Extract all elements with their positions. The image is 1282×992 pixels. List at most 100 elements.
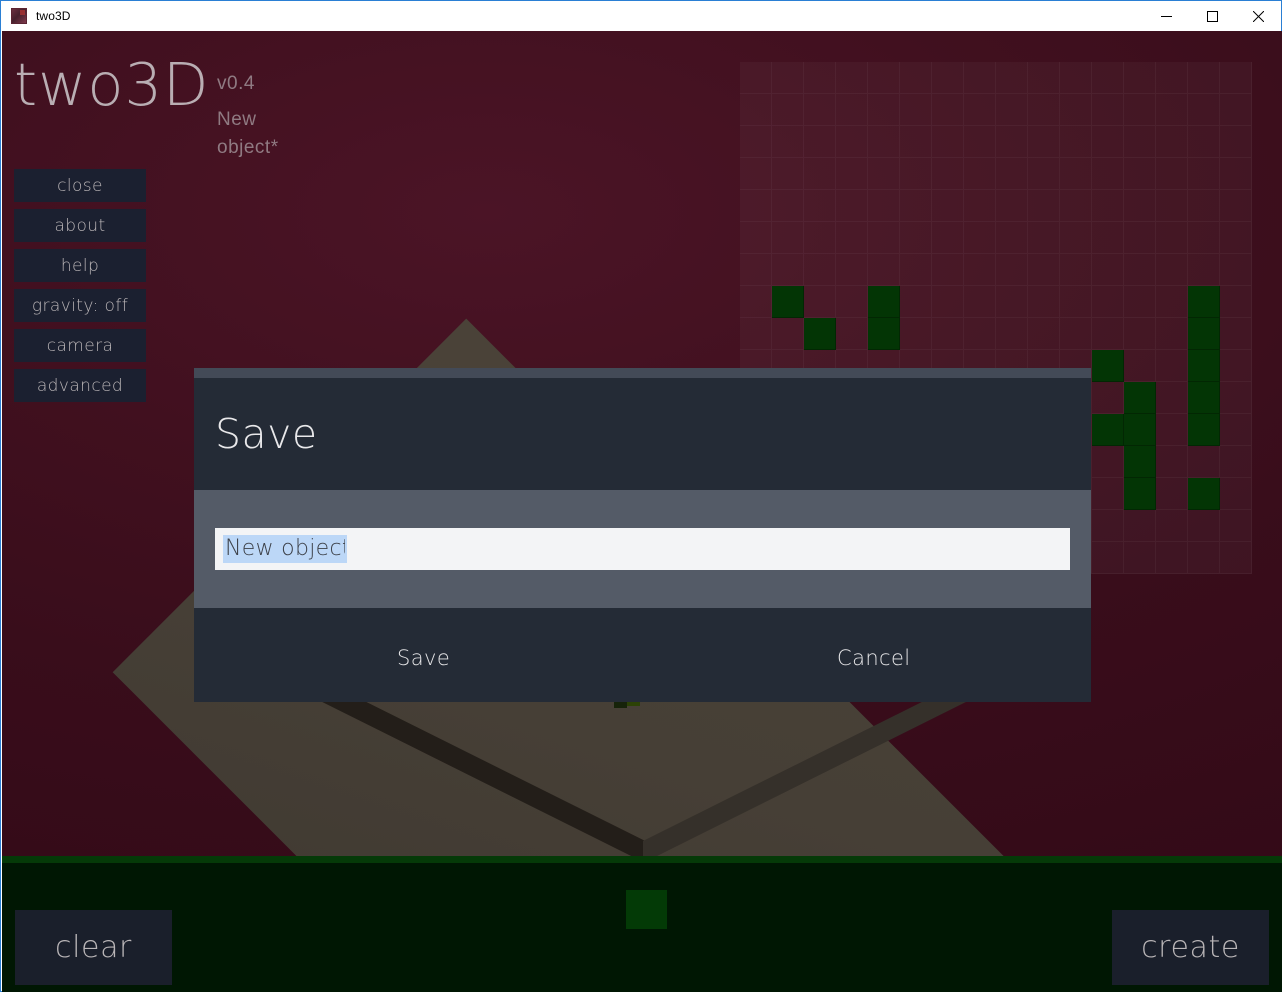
- grid-cell-empty[interactable]: [1220, 190, 1252, 222]
- grid-cell-empty[interactable]: [996, 318, 1028, 350]
- grid-cell-empty[interactable]: [900, 222, 932, 254]
- grid-cell-empty[interactable]: [900, 62, 932, 94]
- grid-cell-empty[interactable]: [1092, 94, 1124, 126]
- grid-cell-filled[interactable]: [772, 286, 804, 318]
- grid-cell-empty[interactable]: [740, 222, 772, 254]
- create-button[interactable]: create: [1112, 910, 1269, 985]
- grid-cell-empty[interactable]: [1188, 446, 1220, 478]
- grid-cell-filled[interactable]: [1124, 382, 1156, 414]
- grid-cell-empty[interactable]: [900, 254, 932, 286]
- grid-cell-empty[interactable]: [1220, 126, 1252, 158]
- grid-cell-empty[interactable]: [1220, 318, 1252, 350]
- grid-cell-empty[interactable]: [1028, 158, 1060, 190]
- grid-cell-empty[interactable]: [1220, 478, 1252, 510]
- grid-cell-empty[interactable]: [1156, 318, 1188, 350]
- grid-cell-empty[interactable]: [1156, 158, 1188, 190]
- grid-cell-empty[interactable]: [1092, 478, 1124, 510]
- grid-cell-empty[interactable]: [1220, 350, 1252, 382]
- grid-cell-empty[interactable]: [964, 222, 996, 254]
- grid-cell-empty[interactable]: [1220, 62, 1252, 94]
- grid-cell-empty[interactable]: [1092, 542, 1124, 574]
- grid-cell-empty[interactable]: [868, 62, 900, 94]
- grid-cell-empty[interactable]: [1124, 222, 1156, 254]
- grid-cell-empty[interactable]: [1028, 318, 1060, 350]
- grid-cell-empty[interactable]: [1220, 286, 1252, 318]
- grid-cell-empty[interactable]: [836, 62, 868, 94]
- grid-cell-empty[interactable]: [996, 94, 1028, 126]
- grid-cell-empty[interactable]: [740, 254, 772, 286]
- grid-cell-empty[interactable]: [1220, 542, 1252, 574]
- grid-cell-empty[interactable]: [868, 126, 900, 158]
- grid-cell-empty[interactable]: [868, 94, 900, 126]
- grid-cell-empty[interactable]: [964, 94, 996, 126]
- grid-cell-empty[interactable]: [836, 190, 868, 222]
- grid-cell-empty[interactable]: [900, 318, 932, 350]
- grid-cell-empty[interactable]: [932, 62, 964, 94]
- grid-cell-filled[interactable]: [1092, 414, 1124, 446]
- grid-cell-empty[interactable]: [964, 190, 996, 222]
- grid-cell-empty[interactable]: [1156, 510, 1188, 542]
- grid-cell-filled[interactable]: [1188, 478, 1220, 510]
- grid-cell-empty[interactable]: [740, 286, 772, 318]
- grid-cell-empty[interactable]: [1092, 190, 1124, 222]
- grid-cell-filled[interactable]: [868, 318, 900, 350]
- grid-cell-empty[interactable]: [1060, 190, 1092, 222]
- grid-cell-empty[interactable]: [1124, 542, 1156, 574]
- grid-cell-empty[interactable]: [1060, 254, 1092, 286]
- grid-cell-empty[interactable]: [932, 222, 964, 254]
- grid-cell-empty[interactable]: [740, 126, 772, 158]
- grid-cell-empty[interactable]: [1156, 446, 1188, 478]
- grid-cell-filled[interactable]: [1188, 286, 1220, 318]
- grid-cell-empty[interactable]: [1092, 318, 1124, 350]
- grid-cell-empty[interactable]: [1060, 62, 1092, 94]
- grid-cell-empty[interactable]: [932, 286, 964, 318]
- grid-cell-empty[interactable]: [996, 286, 1028, 318]
- grid-cell-empty[interactable]: [996, 190, 1028, 222]
- grid-cell-empty[interactable]: [996, 254, 1028, 286]
- grid-cell-empty[interactable]: [836, 222, 868, 254]
- grid-cell-empty[interactable]: [1060, 126, 1092, 158]
- object-name-input[interactable]: [223, 535, 347, 563]
- grid-cell-empty[interactable]: [1156, 94, 1188, 126]
- grid-cell-empty[interactable]: [1188, 542, 1220, 574]
- grid-cell-empty[interactable]: [1092, 62, 1124, 94]
- grid-cell-empty[interactable]: [836, 94, 868, 126]
- minimize-icon[interactable]: [1143, 1, 1189, 31]
- grid-cell-empty[interactable]: [1220, 254, 1252, 286]
- grid-cell-empty[interactable]: [1188, 190, 1220, 222]
- grid-cell-empty[interactable]: [1188, 126, 1220, 158]
- grid-cell-empty[interactable]: [804, 222, 836, 254]
- 3d-viewport[interactable]: two3D v0.4 New object* close about help …: [2, 31, 1282, 856]
- clear-button[interactable]: clear: [15, 910, 172, 985]
- grid-cell-empty[interactable]: [900, 94, 932, 126]
- grid-cell-empty[interactable]: [1124, 94, 1156, 126]
- grid-cell-filled[interactable]: [804, 318, 836, 350]
- grid-cell-empty[interactable]: [964, 126, 996, 158]
- sidebar-item-advanced[interactable]: advanced: [14, 369, 146, 402]
- dialog-cancel-button[interactable]: Cancel: [837, 646, 911, 670]
- grid-cell-empty[interactable]: [996, 222, 1028, 254]
- grid-cell-empty[interactable]: [740, 318, 772, 350]
- sidebar-item-help[interactable]: help: [14, 249, 146, 282]
- grid-cell-empty[interactable]: [1060, 94, 1092, 126]
- grid-cell-empty[interactable]: [1188, 62, 1220, 94]
- grid-cell-empty[interactable]: [1124, 254, 1156, 286]
- grid-cell-filled[interactable]: [1188, 382, 1220, 414]
- grid-cell-empty[interactable]: [1124, 510, 1156, 542]
- grid-cell-empty[interactable]: [772, 222, 804, 254]
- grid-cell-empty[interactable]: [1156, 62, 1188, 94]
- grid-cell-empty[interactable]: [836, 158, 868, 190]
- grid-cell-empty[interactable]: [1028, 286, 1060, 318]
- grid-cell-empty[interactable]: [868, 158, 900, 190]
- grid-cell-empty[interactable]: [868, 254, 900, 286]
- grid-cell-empty[interactable]: [804, 94, 836, 126]
- grid-cell-empty[interactable]: [804, 190, 836, 222]
- grid-cell-empty[interactable]: [932, 94, 964, 126]
- grid-cell-empty[interactable]: [1156, 382, 1188, 414]
- grid-cell-empty[interactable]: [1124, 190, 1156, 222]
- grid-cell-empty[interactable]: [772, 94, 804, 126]
- grid-cell-empty[interactable]: [900, 158, 932, 190]
- grid-cell-empty[interactable]: [1188, 510, 1220, 542]
- grid-cell-empty[interactable]: [964, 318, 996, 350]
- grid-cell-empty[interactable]: [804, 158, 836, 190]
